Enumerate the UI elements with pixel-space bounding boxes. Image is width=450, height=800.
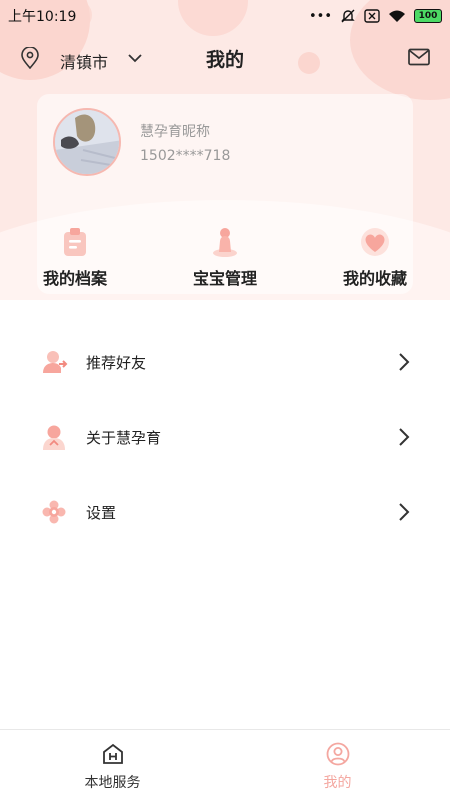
top-header: 清镇市 我的 [0,40,450,76]
page-title: 我的 [205,49,244,71]
about-icon [43,425,65,450]
quick-action-label: 我的档案 [42,269,107,288]
menu-item-label: 推荐好友 [86,354,147,372]
file-icon [64,228,86,256]
status-time: 上午10:19 [8,9,77,25]
profile-phone: 1502****718 [140,148,231,164]
chevron-right-icon [399,428,410,446]
quick-action-label: 我的收藏 [342,269,407,288]
mail-icon[interactable] [408,48,430,66]
chevron-right-icon [399,353,410,371]
status-bar: 上午10:19 ••• 100 [0,0,450,32]
more-dots-icon: ••• [308,8,332,24]
bottom-tab-bar: 本地服务 我的 [0,729,450,800]
user-icon [326,742,349,766]
battery-icon: 100 [414,9,442,23]
tab-label: 本地服务 [84,775,141,791]
avatar-photo [55,110,119,174]
menu-item-recommend-friend[interactable]: 推荐好友 [0,332,450,392]
profile-nickname: 慧孕育昵称 [140,124,210,140]
mute-bell-icon [341,9,355,23]
quick-action-label: 宝宝管理 [192,269,257,288]
heart-icon [361,228,389,256]
menu-item-about[interactable]: 关于慧孕育 [0,407,450,467]
quick-action-baby-manage[interactable]: 宝宝管理 [155,226,295,296]
menu-item-label: 设置 [86,504,117,522]
wifi-icon [389,10,405,22]
tab-mine[interactable]: 我的 [225,730,450,800]
settings-gear-icon [42,500,66,524]
avatar[interactable] [53,108,121,176]
quick-action-my-file[interactable]: 我的档案 [5,226,145,296]
status-icons: ••• 100 [309,8,442,24]
chevron-right-icon [399,503,410,521]
recommend-friend-icon [43,351,68,373]
sim-x-icon [364,9,380,23]
menu-item-settings[interactable]: 设置 [0,482,450,542]
tab-label: 我的 [323,775,352,791]
tab-local-service[interactable]: 本地服务 [0,730,225,800]
baby-icon [213,228,237,257]
quick-action-favorites[interactable]: 我的收藏 [305,226,445,296]
menu-item-label: 关于慧孕育 [86,429,162,447]
home-h-icon [102,743,123,764]
